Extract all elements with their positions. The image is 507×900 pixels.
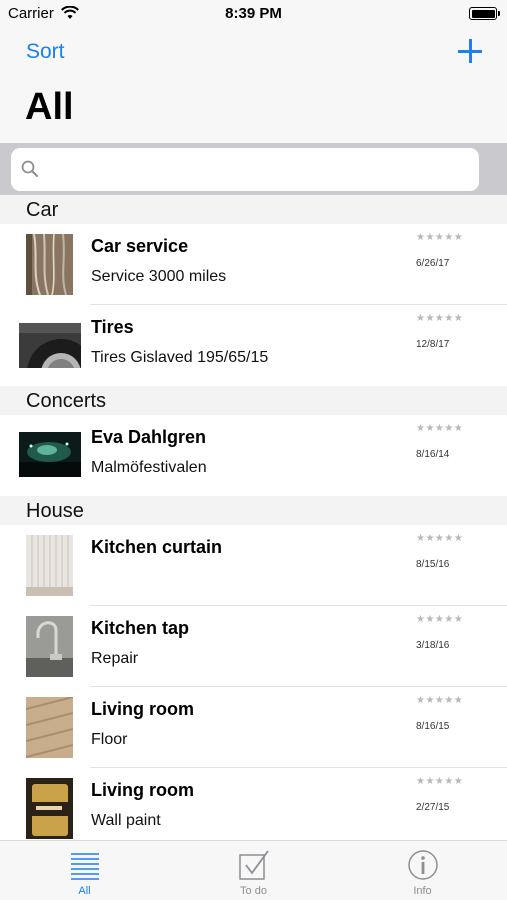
floor-photo — [26, 697, 73, 758]
item-title: Kitchen curtain — [91, 537, 223, 557]
search-field[interactable] — [11, 148, 479, 191]
item-date: 8/15/16 — [416, 559, 450, 570]
item-subtitle: Repair — [91, 650, 139, 667]
list-item[interactable]: Living room Wall paint ★★★★★ 2/27/15 — [0, 768, 507, 849]
checkbox-icon — [239, 850, 269, 880]
search-bar — [0, 143, 507, 195]
list-icon — [71, 853, 99, 880]
paint-can-photo — [26, 778, 73, 839]
item-date: 2/27/15 — [416, 802, 450, 813]
tab-to-do[interactable]: To do — [169, 841, 338, 900]
tab-label: To do — [240, 885, 267, 897]
search-input[interactable] — [53, 156, 473, 184]
item-subtitle: Service 3000 miles — [91, 268, 227, 285]
rating-stars: ★★★★★ — [416, 533, 464, 544]
rating-stars: ★★★★★ — [416, 614, 464, 625]
concert-photo — [19, 432, 81, 477]
item-title: Eva Dahlgren — [91, 427, 207, 447]
tab-info[interactable]: Info — [338, 841, 507, 900]
battery-icon — [469, 7, 500, 20]
item-date: 3/18/16 — [416, 640, 450, 651]
section-header-concerts: Concerts — [0, 386, 507, 415]
list-item[interactable]: Car service Service 3000 miles ★★★★★ 6/2… — [0, 224, 507, 305]
item-subtitle: Tires Gislaved 195/65/15 — [91, 349, 269, 366]
plus-icon[interactable] — [455, 36, 485, 66]
tab-bar: All To do Info — [0, 840, 507, 900]
list-item[interactable]: Kitchen tap Repair ★★★★★ 3/18/16 — [0, 606, 507, 687]
item-date: 8/16/14 — [416, 449, 450, 460]
tap-photo — [26, 616, 73, 677]
item-title: Living room — [91, 780, 194, 800]
rating-stars: ★★★★★ — [416, 695, 464, 706]
page-title: All — [25, 86, 74, 128]
list-item[interactable]: Eva Dahlgren Malmöfestivalen ★★★★★ 8/16/… — [0, 415, 507, 496]
item-subtitle: Floor — [91, 731, 128, 748]
tire-photo — [19, 323, 81, 368]
section-header-house: House — [0, 496, 507, 525]
tab-label: Info — [413, 885, 432, 897]
tab-all[interactable]: All — [0, 841, 169, 900]
item-subtitle: Malmöfestivalen — [91, 459, 207, 476]
item-date: 8/16/15 — [416, 721, 450, 732]
item-title: Kitchen tap — [91, 618, 190, 638]
search-icon — [21, 160, 38, 177]
tab-label: All — [78, 885, 91, 897]
list-item[interactable]: Kitchen curtain ★★★★★ 8/15/16 — [0, 525, 507, 606]
rating-stars: ★★★★★ — [416, 232, 464, 243]
list-item[interactable]: Tires Tires Gislaved 195/65/15 ★★★★★ 12/… — [0, 305, 507, 386]
cables-photo — [26, 234, 73, 295]
sort-button[interactable]: Sort — [26, 40, 65, 64]
list-item[interactable]: Living room Floor ★★★★★ 8/16/15 — [0, 687, 507, 768]
item-list: Car Car service Service 3000 miles ★★★★★… — [0, 195, 507, 849]
status-time: 8:39 PM — [225, 5, 282, 22]
rating-stars: ★★★★★ — [416, 423, 464, 434]
item-title: Tires — [91, 317, 134, 337]
section-header-car: Car — [0, 195, 507, 224]
status-bar: Carrier 8:39 PM — [0, 0, 507, 28]
curtain-photo — [26, 535, 73, 596]
item-date: 6/26/17 — [416, 258, 450, 269]
rating-stars: ★★★★★ — [416, 313, 464, 324]
info-icon — [408, 850, 438, 880]
item-title: Car service — [91, 236, 189, 256]
item-subtitle: Wall paint — [91, 812, 161, 829]
rating-stars: ★★★★★ — [416, 776, 464, 787]
item-date: 12/8/17 — [416, 339, 450, 350]
item-title: Living room — [91, 699, 194, 719]
navigation-bar: Sort All — [0, 28, 507, 143]
